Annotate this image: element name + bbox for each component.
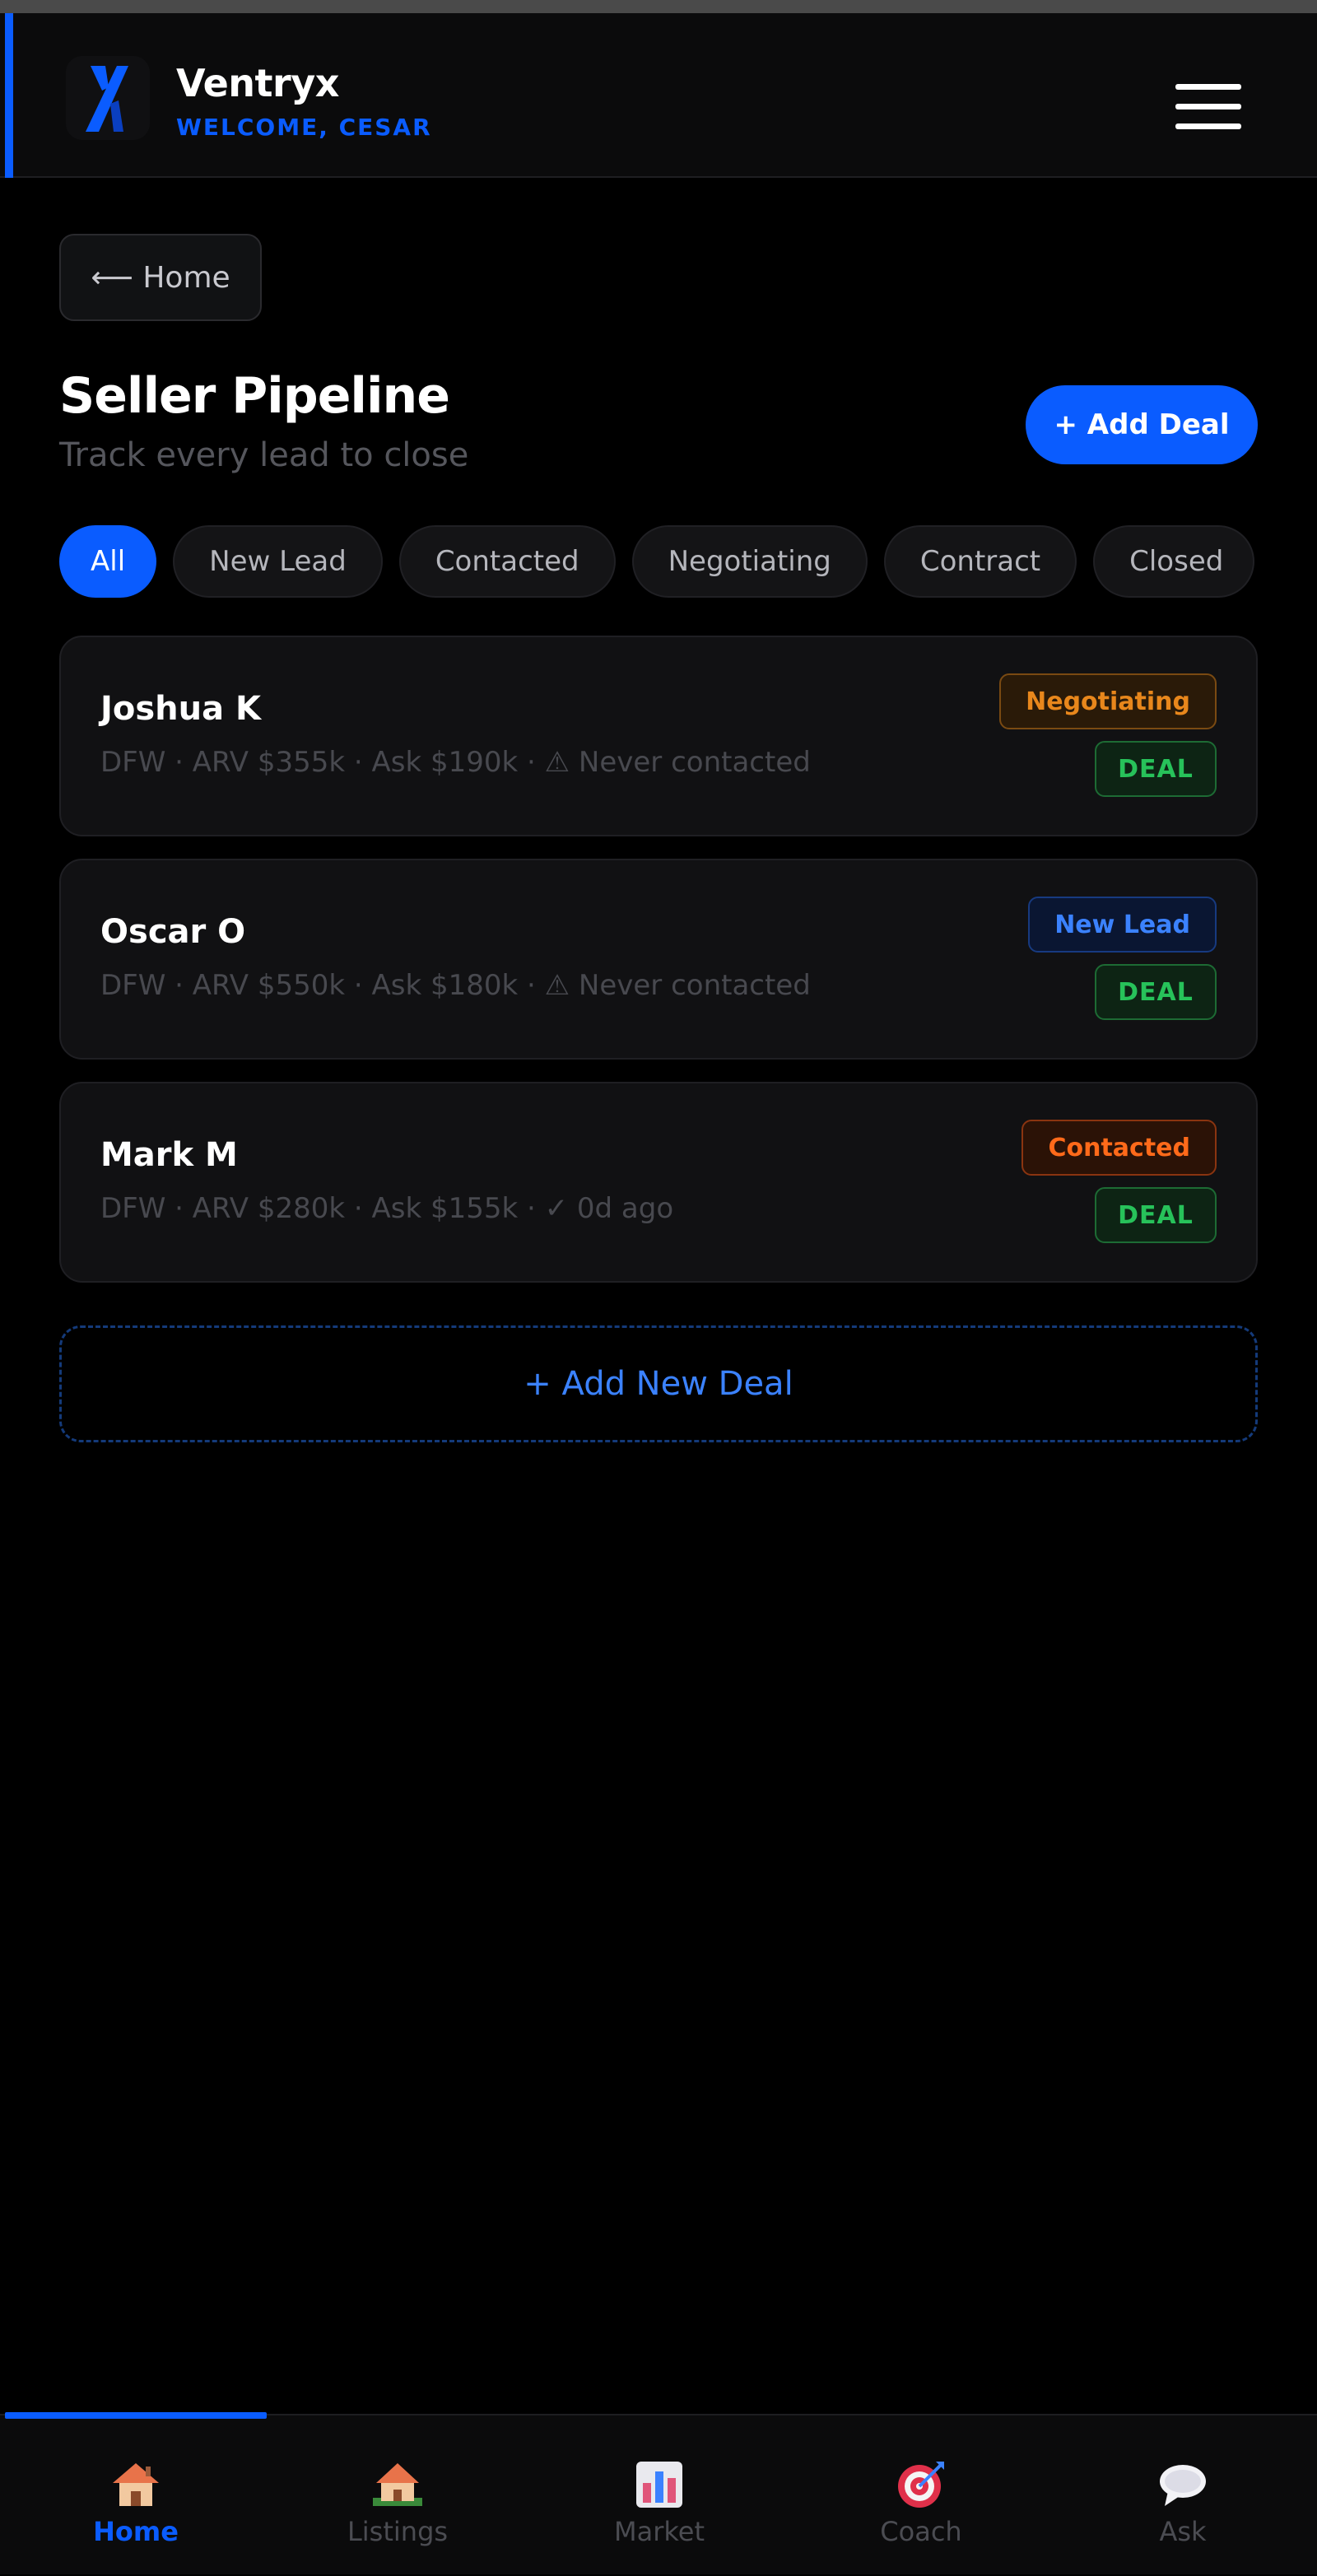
listings-icon xyxy=(373,2463,422,2506)
deal-details: DFW · ARV $355k · Ask $190k · ⚠ Never co… xyxy=(100,746,811,779)
nav-tab-coach[interactable]: Coach xyxy=(790,2415,1052,2576)
back-home-button[interactable]: ⟵ Home xyxy=(59,234,262,321)
market-chart-icon xyxy=(636,2462,682,2508)
deal-details: DFW · ARV $550k · Ask $180k · ⚠ Never co… xyxy=(100,969,811,1002)
bottom-navigation: Home Listings Market Coach Ask xyxy=(0,2412,1317,2576)
deal-seller-name: Joshua K xyxy=(100,690,262,728)
deal-tag-badge: DEAL xyxy=(1095,964,1217,1020)
deal-tag-badge: DEAL xyxy=(1095,741,1217,797)
filter-chip-contacted[interactable]: Contacted xyxy=(398,525,616,598)
add-deal-button[interactable]: + Add Deal xyxy=(1026,385,1258,464)
header-accent-bar xyxy=(5,13,13,178)
nav-label: Home xyxy=(93,2516,179,2547)
window-top-strip xyxy=(0,0,1317,13)
hamburger-menu-icon[interactable] xyxy=(1175,84,1241,135)
filter-chip-all[interactable]: All xyxy=(59,525,157,598)
deal-card[interactable]: Oscar O DFW · ARV $550k · Ask $180k · ⚠ … xyxy=(59,859,1258,1060)
filter-chip-new-lead[interactable]: New Lead xyxy=(173,525,383,598)
ventryx-logo-icon[interactable] xyxy=(66,56,150,140)
filter-chip-negotiating[interactable]: Negotiating xyxy=(631,525,868,598)
nav-label: Ask xyxy=(1159,2516,1207,2547)
chat-bubble-icon xyxy=(1160,2465,1206,2506)
filter-chip-contract[interactable]: Contract xyxy=(883,525,1077,598)
nav-label: Market xyxy=(614,2516,705,2547)
target-icon xyxy=(898,2462,944,2508)
deal-details: DFW · ARV $280k · Ask $155k · ✓ 0d ago xyxy=(100,1192,674,1225)
app-brand-name: Ventryx xyxy=(176,61,339,105)
filter-chip-bar: All New Lead Contacted Negotiating Contr… xyxy=(59,525,1255,598)
nav-label: Listings xyxy=(347,2516,449,2547)
status-badge: Contacted xyxy=(1021,1120,1217,1176)
app-header: Ventryx WELCOME, CESAR xyxy=(0,13,1317,178)
filter-chip-closed[interactable]: Closed xyxy=(1093,525,1255,598)
nav-tab-market[interactable]: Market xyxy=(528,2415,790,2576)
nav-tab-home[interactable]: Home xyxy=(5,2415,267,2576)
status-badge: New Lead xyxy=(1028,897,1217,953)
nav-tab-listings[interactable]: Listings xyxy=(267,2415,528,2576)
page-title: Seller Pipeline xyxy=(59,367,450,425)
deal-tag-badge: DEAL xyxy=(1095,1187,1217,1243)
nav-tab-ask[interactable]: Ask xyxy=(1052,2415,1314,2576)
deal-seller-name: Mark M xyxy=(100,1136,238,1174)
page-subtitle: Track every lead to close xyxy=(59,436,469,474)
deal-card[interactable]: Mark M DFW · ARV $280k · Ask $155k · ✓ 0… xyxy=(59,1082,1258,1283)
status-badge: Negotiating xyxy=(999,673,1217,729)
deal-card[interactable]: Joshua K DFW · ARV $355k · Ask $190k · ⚠… xyxy=(59,636,1258,836)
welcome-text: WELCOME, CESAR xyxy=(176,114,432,141)
deal-seller-name: Oscar O xyxy=(100,913,246,951)
home-icon xyxy=(113,2463,159,2506)
add-new-deal-button[interactable]: + Add New Deal xyxy=(59,1325,1258,1442)
nav-label: Coach xyxy=(880,2516,962,2547)
